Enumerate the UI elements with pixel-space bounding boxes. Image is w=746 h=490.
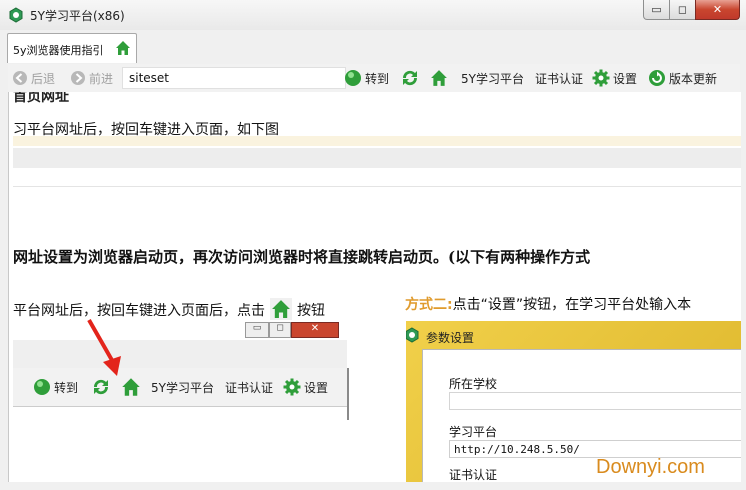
platform-label: 学习平台 [449, 425, 498, 439]
embedded-settings: 设置 [283, 373, 328, 401]
window-title: 5Y学习平台(x86) [30, 9, 125, 23]
embedded-go: 转到 [33, 373, 78, 401]
address-input[interactable]: siteset [122, 67, 346, 89]
app-window: 5Y学习平台(x86) ▭ ◻ ✕ 5y浏览器使用指引 后退 前进 sitese… [0, 0, 746, 490]
method-two-tag: 方式二: [405, 297, 453, 313]
embedded-minimize-icon: ▭ [245, 322, 269, 338]
screenshot-strip [13, 148, 741, 168]
school-label: 所在学校 [449, 377, 498, 391]
minimize-button[interactable]: ▭ [643, 0, 670, 20]
home-icon [431, 70, 447, 86]
section-heading: 网址设置为浏览器启动页，再次访问浏览器时将直接跳转启动页。(以下有两种操作方式 [13, 248, 591, 266]
maximize-button[interactable]: ◻ [669, 0, 696, 20]
refresh-button[interactable] [400, 64, 423, 92]
forward-button[interactable]: 前进 [70, 64, 113, 92]
embedded-toolbar: 转到 5Y学习平台 证书认证 设置 [13, 368, 347, 407]
embedded-close-icon: ✕ [291, 322, 339, 338]
settings-button[interactable]: 设置 [592, 64, 637, 92]
update-button[interactable]: 版本更新 [648, 64, 717, 92]
cert-label: 证书认证 [449, 468, 498, 482]
clipped-heading: 首页网址 [13, 92, 69, 105]
screenshot-strip [13, 136, 741, 146]
embedded-screenshot: ▭ ◻ ✕ 转到 5Y学习平台 证书认证 设置 [13, 322, 349, 442]
title-bar[interactable]: 5Y学习平台(x86) ▭ ◻ ✕ [0, 0, 746, 30]
home-icon-inline [269, 298, 293, 324]
tab-guide[interactable]: 5y浏览器使用指引 [7, 33, 137, 63]
embedded-maximize-icon: ◻ [269, 322, 291, 338]
tab-label: 5y浏览器使用指引 [13, 44, 104, 57]
paragraph-method-two: 方式二:点击“设置”按钮，在学习平台处输入本 [405, 297, 692, 313]
refresh-icon [93, 379, 109, 395]
home-button[interactable] [429, 64, 452, 92]
cert-button[interactable]: 证书认证 [535, 64, 583, 92]
update-icon [649, 70, 665, 86]
green-orb-icon [345, 70, 361, 86]
school-field [449, 392, 741, 410]
home-icon [116, 41, 130, 55]
gear-icon [592, 69, 610, 87]
back-arrow-icon [13, 71, 27, 85]
nav-toolbar: 后退 前进 siteset 转到 5Y学习平台 证书认证 设置 版本更新 [8, 64, 740, 93]
tab-strip: 5y浏览器使用指引 [0, 30, 746, 64]
divider [13, 186, 741, 187]
home-icon [122, 378, 140, 396]
platform-button[interactable]: 5Y学习平台 [461, 64, 524, 92]
embedded-window-buttons: ▭ ◻ ✕ [245, 322, 345, 340]
embedded-gray-band [13, 340, 347, 368]
close-button[interactable]: ✕ [695, 0, 740, 20]
paragraph-method-one: 平台网址后，按回车键进入页面后，点击 按钮 [13, 298, 325, 324]
refresh-icon [402, 70, 418, 86]
embedded-platform: 5Y学习平台 [151, 380, 214, 395]
dialog-title: 参数设置 [426, 331, 475, 345]
app-logo-icon [406, 327, 419, 343]
green-orb-icon [34, 379, 50, 395]
embedded-cert: 证书认证 [225, 380, 274, 395]
embedded-edge [347, 368, 349, 420]
back-button[interactable]: 后退 [12, 64, 55, 92]
watermark: Downyi.com [596, 456, 705, 478]
forward-arrow-icon [71, 71, 85, 85]
red-arrow-icon [87, 319, 121, 376]
app-logo-icon [9, 7, 23, 23]
go-button[interactable]: 转到 [344, 64, 389, 92]
page-content: 首页网址 习平台网址后，按回车键进入页面，如下图 网址设置为浏览器启动页，再次访… [8, 92, 741, 482]
gear-icon [283, 378, 301, 396]
